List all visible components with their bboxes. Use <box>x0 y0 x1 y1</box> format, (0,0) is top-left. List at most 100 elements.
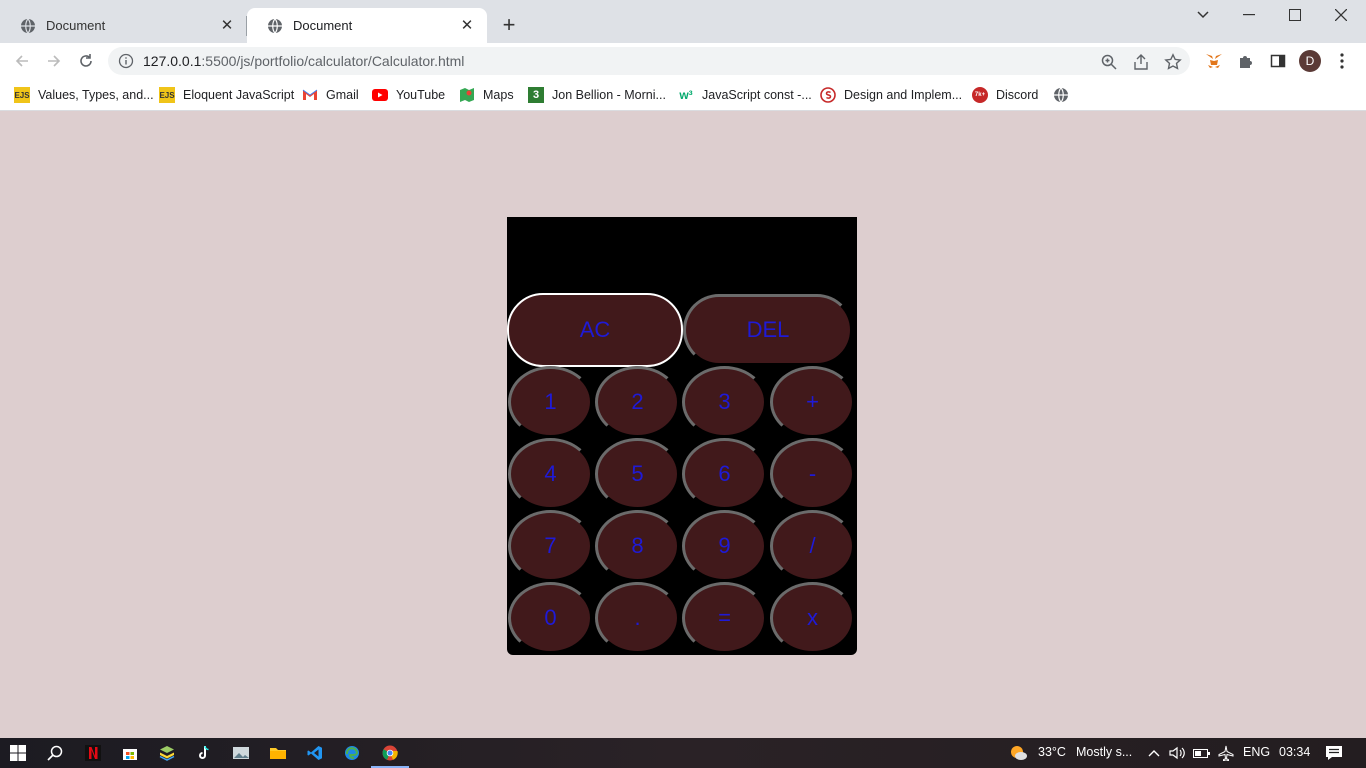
url-path: :5500/js/portfolio/calculator/Calculator… <box>201 53 465 69</box>
globe-icon <box>21 18 35 33</box>
bluestacks-icon[interactable] <box>156 742 178 764</box>
clock-time[interactable]: 03:34 <box>1279 745 1310 759</box>
bookmark-jon-bellion[interactable]: 3 Jon Bellion - Morni... <box>528 85 666 105</box>
bookmark-label: Gmail <box>326 88 359 102</box>
bookmark-values-types[interactable]: EJS Values, Types, and... <box>14 85 154 105</box>
bookmark-design-implem[interactable]: Design and Implem... <box>820 85 962 105</box>
chevron-up-icon[interactable] <box>1143 742 1165 764</box>
url-text: 127.0.0.1:5500/js/portfolio/calculator/C… <box>143 53 464 69</box>
maximize-icon[interactable] <box>1272 0 1318 30</box>
bookmark-js-const[interactable]: w³ JavaScript const -... <box>678 85 812 105</box>
maps-icon <box>459 87 475 103</box>
windows-taskbar: 33°C Mostly s... ENG 03:34 <box>0 738 1366 768</box>
airplane-mode-icon[interactable] <box>1215 742 1237 764</box>
share-icon[interactable] <box>1132 53 1150 71</box>
globe-icon <box>1053 87 1069 103</box>
bookmark-maps[interactable]: Maps <box>459 85 514 105</box>
bookmark-globe[interactable] <box>1053 85 1077 105</box>
address-bar[interactable]: 127.0.0.1:5500/js/portfolio/calculator/C… <box>108 47 1190 75</box>
bookmark-discord[interactable]: 7k+ Discord <box>972 85 1038 105</box>
profile-avatar[interactable]: D <box>1299 50 1321 72</box>
bookmark-label: YouTube <box>396 88 446 102</box>
weather-icon[interactable] <box>1008 742 1030 764</box>
chrome-icon[interactable] <box>371 742 409 768</box>
extensions-icon[interactable] <box>1236 51 1256 71</box>
photos-icon[interactable] <box>230 742 252 764</box>
close-icon[interactable]: ✕ <box>219 17 235 34</box>
new-tab-button[interactable]: + <box>497 14 521 38</box>
tab-document-2[interactable]: Document ✕ <box>247 8 487 43</box>
key-8-button[interactable]: 8 <box>595 510 680 582</box>
forward-icon[interactable] <box>42 49 66 73</box>
key-9-button[interactable]: 9 <box>682 510 767 582</box>
tab-document-1[interactable]: Document ✕ <box>0 8 247 43</box>
tab-title: Document <box>293 18 353 33</box>
bookmark-label: Discord <box>996 88 1039 102</box>
bookmark-gmail[interactable]: Gmail <box>302 85 359 105</box>
calculator-display <box>507 217 857 293</box>
battery-icon[interactable] <box>1191 742 1213 764</box>
bookmark-label: Eloquent JavaScript <box>183 88 295 102</box>
minimize-icon[interactable] <box>1226 0 1272 30</box>
gmail-icon <box>302 87 318 103</box>
key-7-button[interactable]: 7 <box>508 510 593 582</box>
discord-icon: 7k+ <box>972 87 988 103</box>
bookmark-eloquent-js[interactable]: EJS Eloquent JavaScript <box>159 85 294 105</box>
search-icon[interactable] <box>44 742 66 764</box>
bookmark-3-icon: 3 <box>528 87 544 103</box>
calculator: AC DEL 1 2 3 + 4 5 6 - 7 8 9 / 0 . = x <box>507 217 857 655</box>
tab-search-icon[interactable] <box>1180 0 1226 30</box>
youtube-icon <box>372 87 388 103</box>
key-2-button[interactable]: 2 <box>595 366 680 438</box>
bookmark-label: Design and Implem... <box>844 88 963 102</box>
decimal-button[interactable]: . <box>595 582 680 654</box>
browser-toolbar: 127.0.0.1:5500/js/portfolio/calculator/C… <box>0 43 1366 79</box>
delete-button[interactable]: DEL <box>683 294 853 366</box>
microsoft-store-icon[interactable] <box>119 742 141 764</box>
metamask-icon[interactable] <box>1204 51 1224 71</box>
tiktok-icon[interactable] <box>193 742 215 764</box>
multiply-button[interactable]: x <box>770 582 855 654</box>
language-indicator[interactable]: ENG <box>1243 745 1270 759</box>
netflix-icon[interactable] <box>82 742 104 764</box>
vscode-icon[interactable] <box>304 742 326 764</box>
ejs-icon: EJS <box>14 87 30 103</box>
add-button[interactable]: + <box>770 366 855 438</box>
key-1-button[interactable]: 1 <box>508 366 593 438</box>
key-0-button[interactable]: 0 <box>508 582 593 654</box>
zoom-icon[interactable] <box>1100 53 1118 71</box>
url-host: 127.0.0.1 <box>143 53 202 69</box>
volume-icon[interactable] <box>1166 742 1188 764</box>
divide-button[interactable]: / <box>770 510 855 582</box>
bookmark-label: Maps <box>483 88 514 102</box>
weather-temperature[interactable]: 33°C <box>1038 745 1066 759</box>
bookmark-youtube[interactable]: YouTube <box>372 85 445 105</box>
back-icon[interactable] <box>10 49 34 73</box>
bookmark-label: JavaScript const -... <box>702 88 812 102</box>
close-icon[interactable]: ✕ <box>459 17 475 34</box>
bookmark-label: Values, Types, and... <box>38 88 154 102</box>
info-icon[interactable] <box>118 53 134 69</box>
key-3-button[interactable]: 3 <box>682 366 767 438</box>
equals-button[interactable]: = <box>682 582 767 654</box>
star-icon[interactable] <box>1164 53 1182 71</box>
ejs-icon: EJS <box>159 87 175 103</box>
key-5-button[interactable]: 5 <box>595 438 680 510</box>
tab-title: Document <box>46 18 106 33</box>
subtract-button[interactable]: - <box>770 438 855 510</box>
tab-strip: Document ✕ Document ✕ + <box>0 0 1366 43</box>
key-4-button[interactable]: 4 <box>508 438 593 510</box>
edge-icon[interactable] <box>341 742 363 764</box>
design-icon <box>820 87 836 103</box>
side-panel-icon[interactable] <box>1268 51 1288 71</box>
windows-start-icon[interactable] <box>7 742 29 764</box>
reload-icon[interactable] <box>74 49 98 73</box>
file-explorer-icon[interactable] <box>267 742 289 764</box>
key-6-button[interactable]: 6 <box>682 438 767 510</box>
weather-description[interactable]: Mostly s... <box>1076 745 1132 759</box>
w3schools-icon: w³ <box>679 88 693 102</box>
close-window-icon[interactable] <box>1318 0 1364 30</box>
menu-icon[interactable] <box>1332 51 1352 71</box>
notifications-icon[interactable] <box>1323 742 1345 764</box>
clear-button[interactable]: AC <box>507 293 683 367</box>
